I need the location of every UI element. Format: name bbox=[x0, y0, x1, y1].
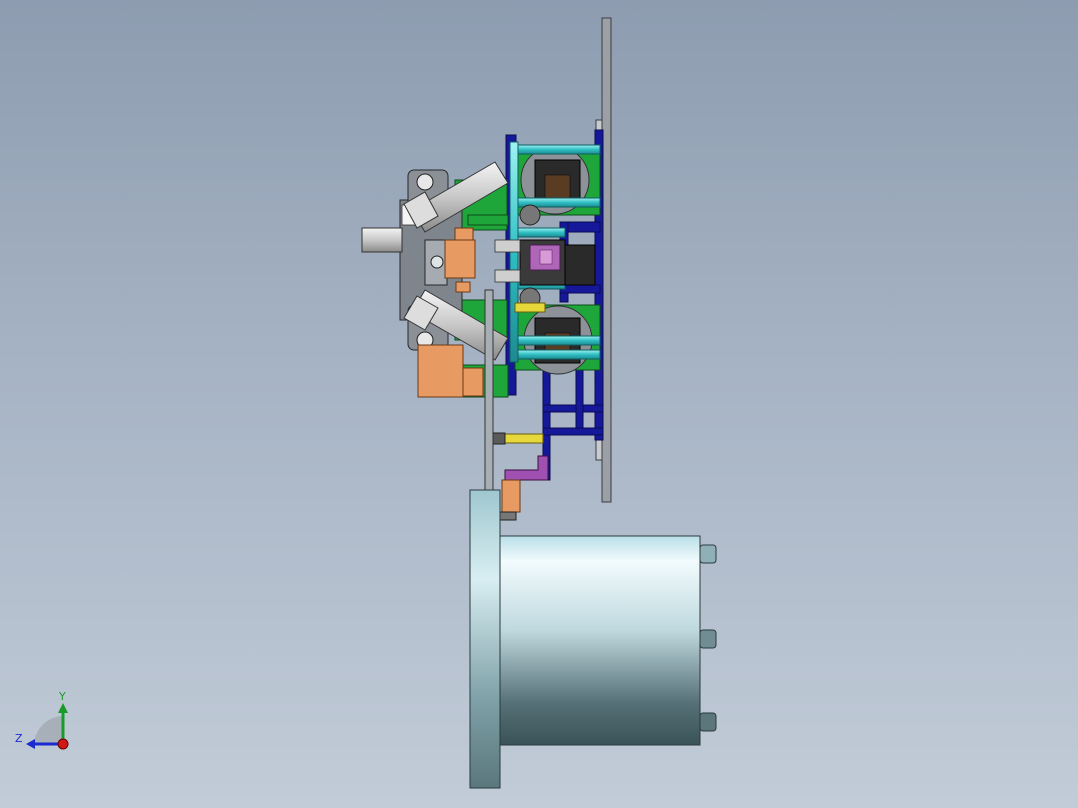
front-cylinder[interactable] bbox=[361, 227, 403, 253]
x-axis-dot bbox=[57, 738, 69, 750]
motor-terminal-bottom[interactable] bbox=[699, 712, 717, 732]
yellow-pin-lower[interactable] bbox=[504, 433, 544, 444]
motor-terminal-top[interactable] bbox=[699, 544, 717, 564]
y-axis-label: Y bbox=[58, 690, 66, 703]
motor-flange[interactable] bbox=[469, 489, 501, 789]
support-rod[interactable] bbox=[484, 289, 494, 496]
motor-body[interactable] bbox=[499, 535, 701, 746]
yellow-pin-upper[interactable] bbox=[514, 302, 546, 313]
motor-terminal-middle[interactable] bbox=[699, 629, 717, 649]
cad-viewport[interactable]: Y Z bbox=[0, 0, 1078, 808]
z-axis-label: Z bbox=[15, 732, 23, 745]
orange-connector[interactable] bbox=[501, 479, 521, 513]
orientation-triad[interactable]: Y Z bbox=[15, 690, 69, 750]
